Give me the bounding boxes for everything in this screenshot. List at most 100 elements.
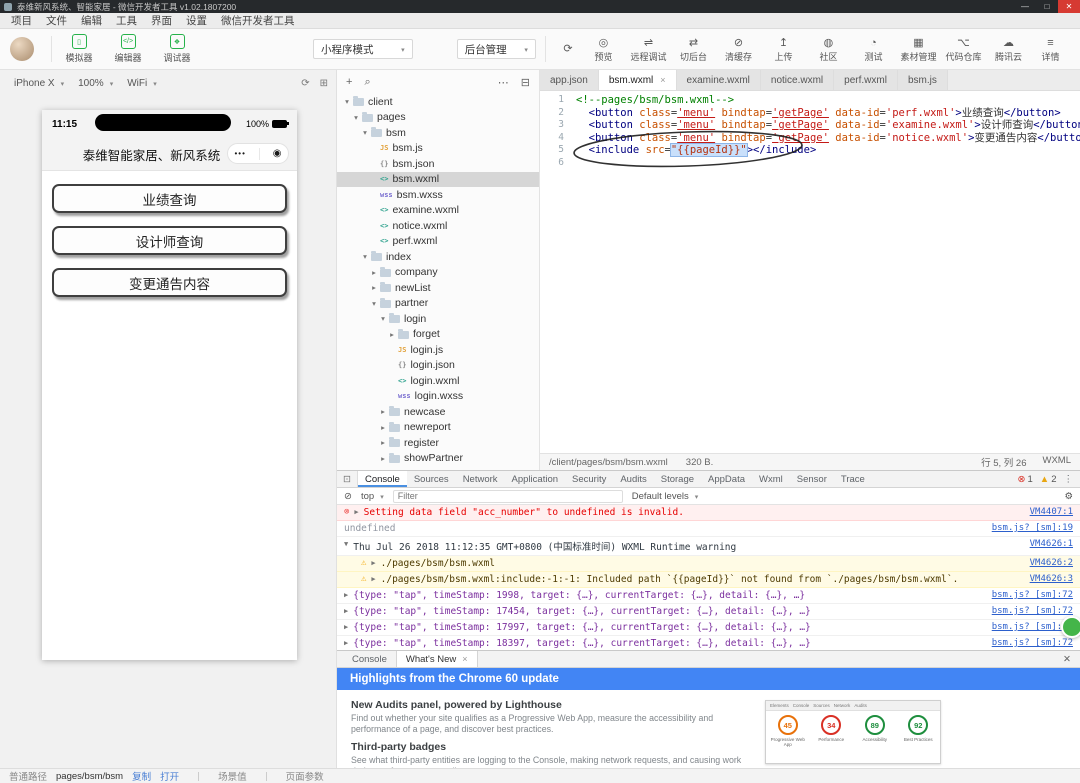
tree-item[interactable]: ▸ newList [337, 280, 539, 296]
expand-arrow-icon[interactable]: ▶ [344, 606, 348, 615]
tree-item[interactable]: ▸ register [337, 435, 539, 451]
device-select[interactable]: iPhone X [8, 74, 70, 92]
tree-item[interactable]: {} login.json [337, 358, 539, 374]
details-button[interactable]: ≡ 详情 [1031, 36, 1070, 63]
tab-close-icon[interactable]: × [462, 654, 467, 664]
chevron-down-icon[interactable]: ▾ [342, 97, 352, 106]
tree-item[interactable]: ▸ newcase [337, 404, 539, 420]
minimize-button[interactable]: — [1014, 0, 1036, 13]
zoom-select[interactable]: 100% [72, 74, 119, 92]
levels-select[interactable]: Default levels [632, 491, 699, 502]
tree-item[interactable]: <> notice.wxml [337, 218, 539, 234]
switch-background-button[interactable]: ⇄ 切后台 [671, 36, 716, 63]
page-menu-button[interactable]: 设计师查询 [52, 226, 287, 255]
community-button[interactable]: ◍ 社区 [806, 36, 851, 63]
tree-item[interactable]: ▾ client [337, 94, 539, 110]
message-source-link[interactable]: bsm.js? [sm]:72 [982, 638, 1073, 648]
tree-item[interactable]: {} bsm.json [337, 156, 539, 172]
chevron-down-icon[interactable]: ▾ [378, 314, 388, 323]
expand-arrow-icon[interactable]: ▼ [344, 539, 348, 548]
drawer-tab[interactable]: Console [343, 651, 396, 667]
params-label[interactable]: 页面参数 [286, 769, 324, 783]
expand-arrow-icon[interactable]: ▶ [344, 622, 348, 631]
env-select[interactable]: 后台管理 [456, 39, 536, 59]
devtools-tab-network[interactable]: Network [456, 471, 505, 487]
clear-console-icon[interactable]: ⊘ [344, 491, 352, 502]
devtools-tab-sensor[interactable]: Sensor [790, 471, 834, 487]
inspect-icon[interactable]: ⊡ [337, 471, 358, 487]
devtools-menu-icon[interactable]: ⋮ [1064, 474, 1074, 485]
tree-item[interactable]: <> examine.wxml [337, 203, 539, 219]
compile-button[interactable]: ⟳ [555, 42, 581, 56]
tree-item[interactable]: ▾ login [337, 311, 539, 327]
expand-arrow-icon[interactable]: ▶ [344, 638, 348, 647]
tree-item[interactable]: ▸ forget [337, 327, 539, 343]
open-link[interactable]: 打开 [160, 769, 179, 783]
tab-close-icon[interactable]: × [660, 75, 665, 85]
page-menu-button[interactable]: 变更通告内容 [52, 268, 287, 297]
chevron-down-icon[interactable]: ▾ [360, 128, 370, 137]
feedback-float-button[interactable] [1061, 616, 1080, 638]
tree-item[interactable]: ▾ index [337, 249, 539, 265]
layout-icon[interactable]: ⊞ [320, 78, 328, 89]
devtools-tab-sources[interactable]: Sources [407, 471, 456, 487]
devtools-tab-console[interactable]: Console [357, 471, 407, 487]
test-button[interactable]: ◔ 测试 [851, 36, 896, 63]
tree-item[interactable]: wss login.wxss [337, 389, 539, 405]
menu-item[interactable]: 文件 [39, 13, 74, 28]
view-toggle-simulator[interactable]: ▯ 模拟器 [61, 34, 97, 64]
chevron-down-icon[interactable]: ▾ [369, 299, 379, 308]
drawer-tab[interactable]: What's New × [395, 651, 478, 667]
menu-item[interactable]: 界面 [144, 13, 179, 28]
settings-gear-icon[interactable]: ⚙ [1064, 491, 1073, 502]
menu-item[interactable]: 项目 [4, 13, 39, 28]
chevron-right-icon[interactable]: ▸ [378, 423, 388, 432]
user-avatar[interactable] [10, 37, 34, 61]
context-select[interactable]: top [361, 491, 384, 502]
chevron-right-icon[interactable]: ▸ [378, 454, 388, 463]
remote-debug-button[interactable]: ⇌ 远程调试 [626, 36, 671, 63]
devtools-tab-storage[interactable]: Storage [654, 471, 701, 487]
editor-tab[interactable]: app.json [540, 70, 599, 90]
page-menu-button[interactable]: 业绩查询 [52, 184, 287, 213]
expand-arrow-icon[interactable]: ▶ [371, 574, 375, 583]
tree-item[interactable]: ▾ bsm [337, 125, 539, 141]
preview-button[interactable]: ◎ 预览 [581, 36, 626, 63]
maximize-button[interactable]: □ [1036, 0, 1058, 13]
tree-item[interactable]: JS bsm.js [337, 141, 539, 157]
message-source-link[interactable]: bsm.js? [sm]:72 [982, 622, 1073, 632]
capsule-button[interactable]: ••• ◉ [227, 143, 289, 164]
editor-tab[interactable]: bsm.js [897, 70, 948, 90]
devtools-tab-wxml[interactable]: Wxml [752, 471, 790, 487]
tree-item[interactable]: <> perf.wxml [337, 234, 539, 250]
editor-tab[interactable]: examine.wxml [676, 70, 761, 90]
copy-link[interactable]: 复制 [132, 769, 151, 783]
search-icon[interactable]: ⌕ [364, 76, 370, 89]
message-source-link[interactable]: bsm.js? [sm]:72 [982, 590, 1073, 600]
view-toggle-editor[interactable]: </> 编辑器 [110, 34, 146, 64]
devtools-tab-audits[interactable]: Audits [613, 471, 653, 487]
chevron-right-icon[interactable]: ▸ [369, 268, 379, 277]
menu-item[interactable]: 编辑 [74, 13, 109, 28]
add-file-icon[interactable]: + [346, 76, 352, 88]
tree-item[interactable]: ▾ partner [337, 296, 539, 312]
drawer-close-icon[interactable]: ✕ [1054, 651, 1080, 667]
message-source-link[interactable]: VM4407:1 [1020, 507, 1073, 517]
devtools-tab-trace[interactable]: Trace [834, 471, 872, 487]
chevron-down-icon[interactable]: ▾ [351, 113, 361, 122]
repository-button[interactable]: ⌥ 代码仓库 [941, 36, 986, 63]
assets-button[interactable]: ▦ 素材管理 [896, 36, 941, 63]
menu-item[interactable]: 工具 [109, 13, 144, 28]
expand-arrow-icon[interactable]: ▶ [354, 507, 358, 516]
scene-label[interactable]: 场景值 [218, 769, 247, 783]
clear-cache-button[interactable]: ⊘ 清缓存 [716, 36, 761, 63]
more-icon[interactable]: ••• [234, 149, 245, 158]
more-icon[interactable]: ⋯ [498, 76, 509, 89]
message-source-link[interactable]: bsm.js? [sm]:19 [982, 523, 1073, 533]
editor-tab[interactable]: bsm.wxml × [598, 70, 677, 90]
chevron-right-icon[interactable]: ▸ [369, 283, 379, 292]
chevron-right-icon[interactable]: ▸ [387, 330, 397, 339]
filter-input[interactable] [392, 489, 623, 503]
rotate-icon[interactable]: ⟳ [301, 78, 309, 89]
network-select[interactable]: WiFi [121, 74, 163, 92]
